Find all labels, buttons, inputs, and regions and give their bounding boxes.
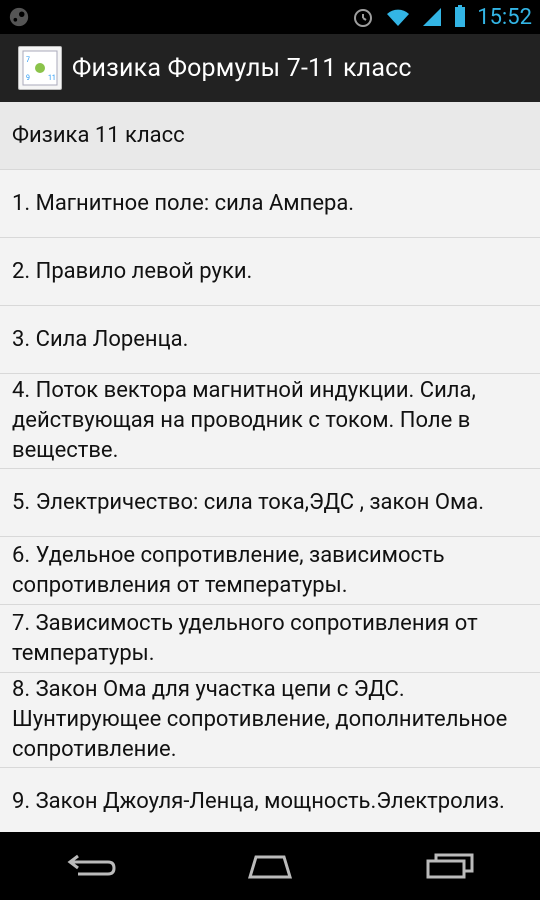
home-icon	[247, 855, 293, 879]
list-header: Физика 11 класс	[0, 102, 540, 170]
list-item[interactable]: 5. Электричество: сила тока,ЭДС , закон …	[0, 469, 540, 537]
back-button[interactable]	[60, 846, 120, 886]
navigation-bar	[0, 832, 540, 900]
list-header-label: Физика 11 класс	[12, 122, 185, 148]
status-bar: 15:52	[0, 0, 540, 34]
wifi-icon	[387, 9, 410, 26]
battery-icon	[455, 5, 466, 27]
recents-button[interactable]	[420, 846, 480, 886]
signal-icon	[423, 8, 442, 26]
app-bar: 7 9 11 Физика Формулы 7-11 класс	[0, 34, 540, 102]
home-button[interactable]	[240, 846, 300, 886]
svg-text:9: 9	[26, 74, 30, 82]
svg-text:7: 7	[26, 56, 30, 64]
list-item[interactable]: 3. Сила Лоренца.	[0, 306, 540, 374]
app-title: Физика Формулы 7-11 класс	[72, 53, 412, 83]
app-logo[interactable]: 7 9 11	[18, 46, 62, 90]
back-icon	[67, 854, 116, 876]
list-item[interactable]: 7. Зависимость удельного сопротивления о…	[0, 605, 540, 673]
alarm-icon	[354, 9, 373, 27]
steam-icon	[9, 7, 29, 27]
list-item[interactable]: 8. Закон Ома для участка цепи с ЭДС. Шун…	[0, 673, 540, 768]
status-right: 15:52	[351, 5, 532, 30]
list-item[interactable]: 1. Магнитное поле: сила Ампера.	[0, 170, 540, 238]
list-item[interactable]: 9. Закон Джоуля-Ленца, мощность.Электрол…	[0, 768, 540, 832]
svg-text:11: 11	[48, 74, 56, 82]
list-item[interactable]: 6. Удельное сопротивление, зависимость с…	[0, 537, 540, 605]
app-logo-icon: 7 9 11	[22, 50, 58, 86]
status-left	[8, 6, 351, 28]
list-item[interactable]: 4. Поток вектора магнитной индукции. Сил…	[0, 374, 540, 469]
clock: 15:52	[477, 4, 532, 30]
topics-list: Физика 11 класс 1. Магнитное поле: сила …	[0, 102, 540, 832]
list-item[interactable]: 2. Правило левой руки.	[0, 238, 540, 306]
recents-icon	[426, 853, 474, 879]
